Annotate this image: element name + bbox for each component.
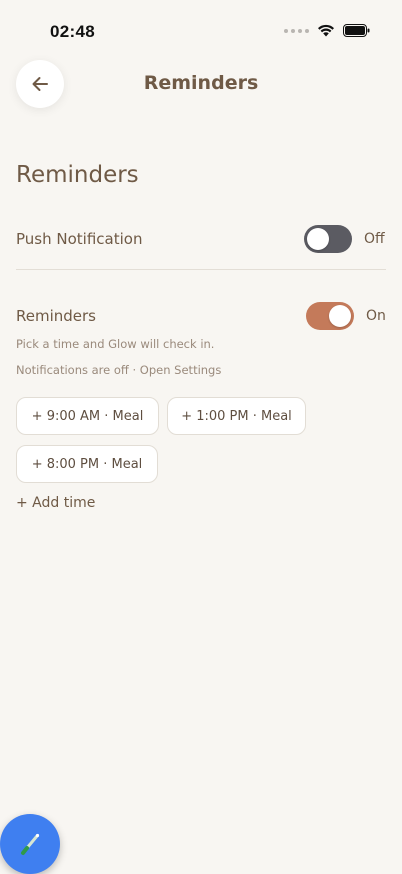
reminders-hint: Pick a time and Glow will check in. — [16, 337, 215, 351]
reminders-label: Reminders — [16, 307, 96, 325]
status-icons — [284, 24, 370, 37]
signal-icon — [284, 28, 309, 33]
wifi-icon — [318, 24, 334, 37]
status-time: 02:48 — [50, 22, 95, 41]
reminder-time-chip[interactable]: + 8:00 PM · Meal — [16, 445, 158, 483]
push-notification-state: Off — [364, 231, 385, 247]
divider — [16, 269, 386, 270]
push-notification-toggle[interactable] — [304, 225, 352, 253]
push-notification-label: Push Notification — [16, 230, 143, 248]
section-title: Reminders — [16, 162, 139, 188]
fab-button[interactable] — [0, 814, 60, 874]
header: Reminders — [0, 56, 402, 112]
reminders-toggle[interactable] — [306, 302, 354, 330]
status-bar: 02:48 — [0, 0, 402, 60]
page-title: Reminders — [143, 72, 259, 94]
add-time-button[interactable]: + Add time — [16, 495, 95, 511]
reminder-time-chip[interactable]: + 1:00 PM · Meal — [167, 397, 306, 435]
brush-icon — [21, 833, 40, 855]
toggle-knob — [307, 228, 329, 250]
reminders-state: On — [366, 308, 386, 324]
toggle-knob — [329, 305, 351, 327]
notifications-status-link[interactable]: Notifications are off · Open Settings — [16, 363, 221, 377]
battery-icon — [343, 24, 370, 37]
reminder-time-chip[interactable]: + 9:00 AM · Meal — [16, 397, 159, 435]
